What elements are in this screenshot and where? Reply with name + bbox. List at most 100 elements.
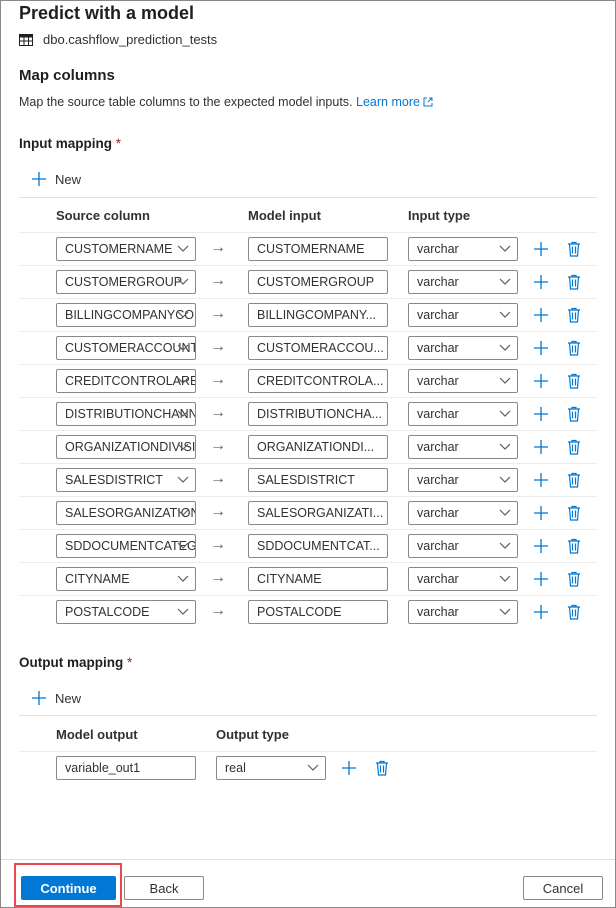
source-column-select[interactable]: CREDITCONTROLAREA — [56, 369, 196, 393]
model-input-field[interactable]: CITYNAME — [248, 567, 388, 591]
chevron-down-icon — [177, 575, 189, 582]
output-type-select[interactable]: real — [216, 756, 326, 780]
delete-row-button[interactable] — [567, 241, 581, 262]
input-type-select[interactable]: varchar — [408, 600, 518, 624]
source-column-select[interactable]: BILLINGCOMPANYCOD — [56, 303, 196, 327]
model-input-field[interactable]: SALESORGANIZATI... — [248, 501, 388, 525]
chevron-down-icon — [177, 509, 189, 516]
source-column-select[interactable]: SALESORGANIZATION — [56, 501, 196, 525]
right-arrow-icon: → — [210, 536, 226, 553]
input-type-select[interactable]: varchar — [408, 303, 518, 327]
output-mapping-text: Output mapping — [19, 655, 124, 670]
model-input-value: SALESDISTRICT — [257, 473, 355, 487]
add-row-button[interactable] — [533, 307, 549, 328]
model-input-field[interactable]: DISTRIBUTIONCHA... — [248, 402, 388, 426]
source-column-select[interactable]: CITYNAME — [56, 567, 196, 591]
add-row-button[interactable] — [533, 241, 549, 262]
input-type-select[interactable]: varchar — [408, 336, 518, 360]
delete-row-button[interactable] — [567, 340, 581, 361]
plus-icon — [534, 572, 548, 586]
add-row-button[interactable] — [533, 472, 549, 493]
add-row-button[interactable] — [533, 505, 549, 526]
right-arrow-icon: → — [210, 272, 226, 289]
trash-icon — [568, 307, 580, 323]
model-input-field[interactable]: SDDOCUMENTCAT... — [248, 534, 388, 558]
add-row-button[interactable] — [533, 274, 549, 295]
input-type-select[interactable]: varchar — [408, 468, 518, 492]
delete-row-button[interactable] — [567, 505, 581, 526]
back-button[interactable]: Back — [124, 876, 204, 900]
source-column-select[interactable]: SALESDISTRICT — [56, 468, 196, 492]
row-divider — [19, 331, 597, 332]
input-type-select[interactable]: varchar — [408, 402, 518, 426]
add-row-button[interactable] — [341, 760, 357, 781]
cancel-button[interactable]: Cancel — [523, 876, 603, 900]
input-type-select[interactable]: varchar — [408, 501, 518, 525]
chevron-down-icon — [499, 344, 511, 351]
input-type-select[interactable]: varchar — [408, 369, 518, 393]
source-column-select[interactable]: POSTALCODE — [56, 600, 196, 624]
model-input-field[interactable]: SALESDISTRICT — [248, 468, 388, 492]
delete-row-button[interactable] — [567, 274, 581, 295]
add-row-button[interactable] — [533, 538, 549, 559]
model-input-field[interactable]: ORGANIZATIONDI... — [248, 435, 388, 459]
delete-row-button[interactable] — [567, 439, 581, 460]
continue-button[interactable]: Continue — [21, 876, 116, 900]
source-column-select[interactable]: DISTRIBUTIONCHANN — [56, 402, 196, 426]
model-output-field[interactable]: variable_out1 — [56, 756, 196, 780]
model-input-field[interactable]: CUSTOMERGROUP — [248, 270, 388, 294]
chevron-down-icon — [499, 443, 511, 450]
model-input-field[interactable]: CREDITCONTROLA... — [248, 369, 388, 393]
model-input-field[interactable]: CUSTOMERACCOU... — [248, 336, 388, 360]
add-row-button[interactable] — [533, 406, 549, 427]
delete-row-button[interactable] — [567, 307, 581, 328]
source-column-select[interactable]: CUSTOMERACCOUNTG — [56, 336, 196, 360]
new-label: New — [55, 171, 82, 187]
input-type-select[interactable]: varchar — [408, 567, 518, 591]
input-type-select[interactable]: varchar — [408, 237, 518, 261]
description-text: Map the source table columns to the expe… — [19, 95, 353, 109]
trash-icon — [568, 571, 580, 587]
add-output-mapping-button[interactable]: New — [31, 690, 81, 706]
model-input-field[interactable]: POSTALCODE — [248, 600, 388, 624]
delete-row-button[interactable] — [567, 571, 581, 592]
add-row-button[interactable] — [533, 340, 549, 361]
add-row-button[interactable] — [533, 373, 549, 394]
source-column-select[interactable]: ORGANIZATIONDIVISIO — [56, 435, 196, 459]
chevron-down-icon — [177, 443, 189, 450]
source-column-select[interactable]: CUSTOMERNAME — [56, 237, 196, 261]
trash-icon — [376, 760, 388, 776]
trash-icon — [568, 406, 580, 422]
model-input-field[interactable]: CUSTOMERNAME — [248, 237, 388, 261]
input-type-value: varchar — [417, 572, 459, 586]
source-column-value: CUSTOMERNAME — [65, 242, 173, 256]
learn-more-link[interactable]: Learn more — [356, 95, 433, 109]
input-type-select[interactable]: varchar — [408, 270, 518, 294]
source-column-select[interactable]: SDDOCUMENTCATEGO — [56, 534, 196, 558]
chevron-down-icon — [499, 509, 511, 516]
row-divider — [19, 529, 597, 530]
delete-row-button[interactable] — [567, 604, 581, 625]
model-input-field[interactable]: BILLINGCOMPANY... — [248, 303, 388, 327]
row-divider — [19, 364, 597, 365]
delete-row-button[interactable] — [567, 472, 581, 493]
delete-row-button[interactable] — [567, 538, 581, 559]
chevron-down-icon — [177, 311, 189, 318]
delete-row-button[interactable] — [567, 373, 581, 394]
add-input-mapping-button[interactable]: New — [31, 171, 81, 187]
delete-row-button[interactable] — [375, 760, 389, 781]
add-row-button[interactable] — [533, 439, 549, 460]
plus-icon — [534, 440, 548, 454]
add-row-button[interactable] — [533, 571, 549, 592]
delete-row-button[interactable] — [567, 406, 581, 427]
input-type-select[interactable]: varchar — [408, 534, 518, 558]
source-column-select[interactable]: CUSTOMERGROUP — [56, 270, 196, 294]
row-divider — [19, 397, 597, 398]
output-type-value: real — [225, 761, 246, 775]
add-row-button[interactable] — [533, 604, 549, 625]
trash-icon — [568, 274, 580, 290]
source-column-value: CITYNAME — [65, 572, 130, 586]
input-type-select[interactable]: varchar — [408, 435, 518, 459]
row-divider — [19, 562, 597, 563]
model-input-value: SALESORGANIZATI... — [257, 506, 384, 520]
